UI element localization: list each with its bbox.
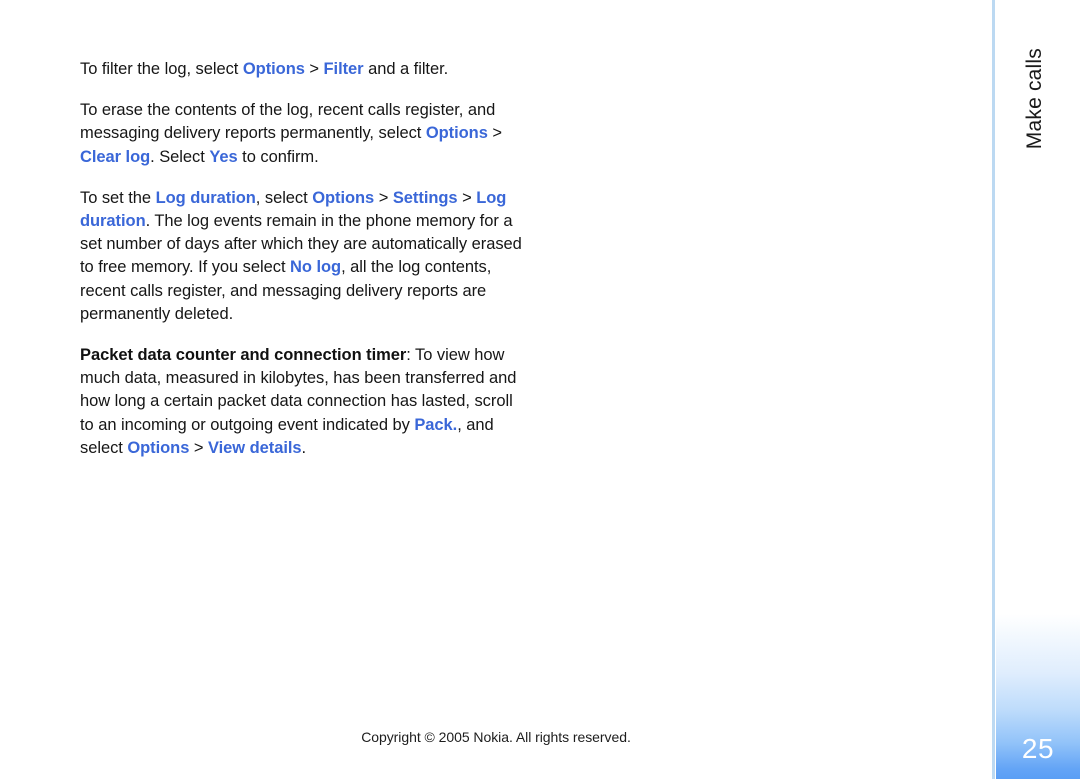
paragraph-packet-data-counter: Packet data counter and connection timer…: [80, 344, 524, 460]
page-margin-rule: [992, 0, 995, 779]
ui-term: Filter: [323, 60, 364, 78]
page-number: 25: [1021, 733, 1055, 764]
paragraph-erase-log: To erase the contents of the log, recent…: [80, 99, 524, 169]
ui-term: Pack.: [414, 415, 458, 434]
ui-term: View details: [207, 438, 302, 457]
ui-term: Log duration: [155, 188, 256, 207]
run-in-heading: Packet data counter and connection timer: [80, 346, 407, 365]
body-run: and a filter.: [363, 60, 449, 78]
paragraph-log-duration: To set the Log duration, select Options …: [80, 187, 524, 326]
body-run: To filter the log, select: [80, 60, 243, 78]
body-run: >: [189, 438, 208, 457]
body-run: To set the: [80, 188, 156, 207]
body-run: . Select: [150, 147, 210, 166]
ui-term: Clear log: [80, 147, 151, 166]
ui-term: Settings: [392, 188, 458, 207]
manual-page: Make calls To filter the log, select Opt…: [0, 0, 1080, 779]
chapter-label: Make calls: [1004, 48, 1064, 198]
body-run: >: [304, 60, 324, 78]
copyright-notice: Copyright © 2005 Nokia. All rights reser…: [361, 729, 631, 745]
paragraph-filter-log: To filter the log, select Options > Filt…: [80, 58, 524, 81]
page-number-block: 25: [996, 614, 1080, 779]
ui-term: Yes: [209, 147, 238, 166]
body-text-column: To filter the log, select Options > Filt…: [80, 58, 524, 460]
body-run: to confirm.: [237, 147, 319, 166]
ui-term: No log: [290, 258, 342, 277]
ui-term: Options: [242, 60, 305, 78]
ui-term: Options: [312, 188, 375, 207]
ui-term: Options: [127, 438, 190, 457]
body-run: , select: [255, 188, 313, 207]
ui-term: Options: [425, 124, 488, 143]
chapter-label-text: Make calls: [1022, 48, 1046, 150]
body-run: .: [301, 438, 307, 457]
body-run: >: [487, 124, 502, 143]
body-run: >: [374, 188, 393, 207]
body-run: >: [457, 188, 477, 207]
